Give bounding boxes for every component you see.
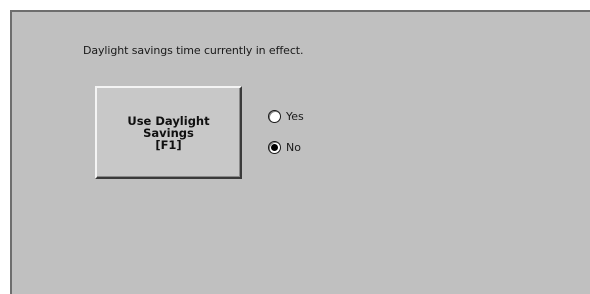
button-label-line-1: Use Daylight — [127, 113, 210, 128]
button-label-line-2: Savings — [143, 125, 194, 140]
button-label-line-3: [F1] — [155, 137, 182, 152]
use-daylight-savings-button[interactable]: Use Daylight Savings [F1] — [95, 86, 242, 179]
radio-no-button[interactable] — [268, 141, 281, 154]
radio-yes-label: Yes — [286, 110, 304, 123]
screen: Daylight savings time currently in effec… — [0, 0, 590, 294]
daylight-status-message: Daylight savings time currently in effec… — [83, 44, 304, 57]
radio-option-no[interactable]: No — [268, 141, 301, 154]
radio-option-yes[interactable]: Yes — [268, 110, 304, 123]
radio-yes-button[interactable] — [268, 110, 281, 123]
radio-no-label: No — [286, 141, 301, 154]
